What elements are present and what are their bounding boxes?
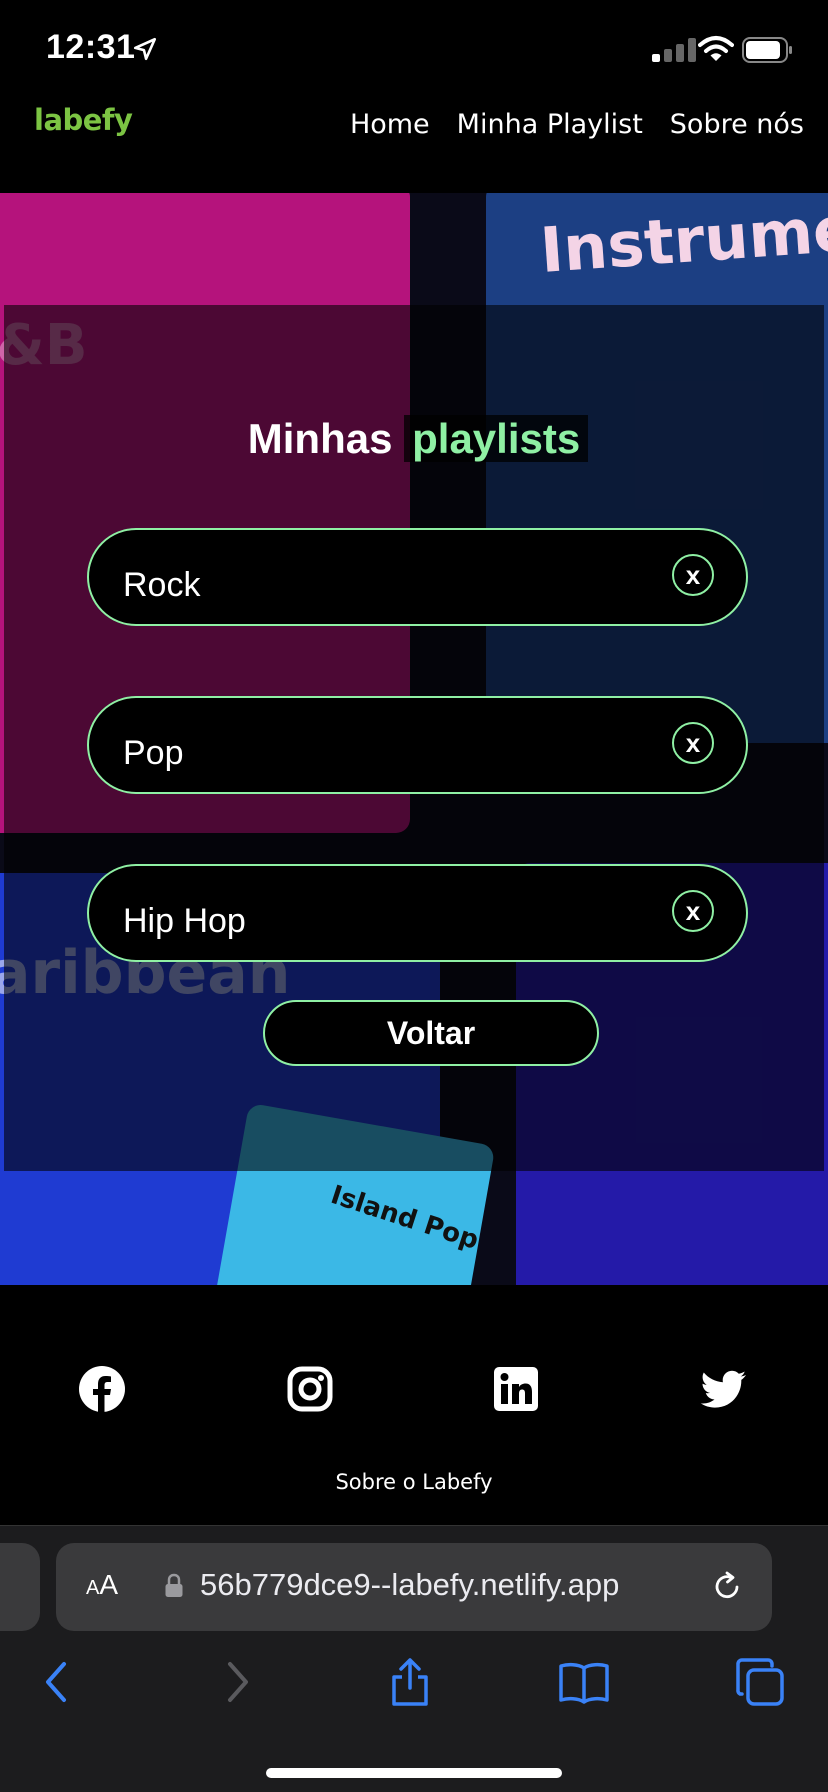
nav-links: Home Minha Playlist Sobre nós xyxy=(350,109,804,140)
forward-arrow-icon[interactable] xyxy=(210,1656,262,1708)
top-navigation: labefy Home Minha Playlist Sobre nós xyxy=(0,95,828,193)
text-size-button[interactable]: AA xyxy=(86,1569,118,1601)
nav-link-sobre-nos[interactable]: Sobre nós xyxy=(670,109,804,140)
lock-icon xyxy=(165,1573,183,1597)
share-icon[interactable] xyxy=(384,1656,436,1708)
browser-toolbar: AA 56b779dce9--labefy.netlify.app xyxy=(0,1525,828,1792)
page-title: Minhas playlists xyxy=(4,415,828,463)
twitter-icon[interactable] xyxy=(700,1365,748,1413)
nav-link-home[interactable]: Home xyxy=(350,109,430,140)
nav-link-minha-playlist[interactable]: Minha Playlist xyxy=(457,109,643,140)
linkedin-icon[interactable] xyxy=(492,1365,540,1413)
playlist-item[interactable]: Rock x xyxy=(87,528,748,626)
instagram-icon[interactable] xyxy=(286,1365,334,1413)
tabs-icon[interactable] xyxy=(734,1656,786,1708)
footer: Sobre o Labefy xyxy=(0,1285,828,1525)
playlist-name: Rock xyxy=(123,566,201,604)
playlist-item[interactable]: Pop x xyxy=(87,696,748,794)
title-part-1: Minhas xyxy=(247,415,393,462)
playlist-name: Hip Hop xyxy=(123,902,246,940)
back-button[interactable]: Voltar xyxy=(263,1000,599,1066)
cellular-signal-icon xyxy=(652,38,696,62)
facebook-icon[interactable] xyxy=(78,1365,126,1413)
url-text[interactable]: 56b779dce9--labefy.netlify.app xyxy=(200,1567,619,1603)
location-arrow-icon xyxy=(133,37,157,61)
title-part-2: playlists xyxy=(404,415,589,462)
hero-section: Instrume &B aribbean Island Pop Minhas p… xyxy=(0,193,828,1285)
status-time: 12:31 xyxy=(46,28,136,66)
home-indicator xyxy=(266,1768,562,1778)
playlists-panel: Minhas playlists Rock x Pop x Hip Hop x … xyxy=(4,305,824,1171)
status-bar: 12:31 xyxy=(0,0,828,95)
remove-playlist-button[interactable]: x xyxy=(672,890,714,932)
back-arrow-icon[interactable] xyxy=(32,1656,84,1708)
bookmarks-icon[interactable] xyxy=(558,1656,610,1708)
about-link[interactable]: Sobre o Labefy xyxy=(0,1470,828,1494)
address-bar[interactable]: AA 56b779dce9--labefy.netlify.app xyxy=(56,1543,772,1631)
playlist-item[interactable]: Hip Hop x xyxy=(87,864,748,962)
reload-icon[interactable] xyxy=(710,1569,744,1603)
previous-tab-stub[interactable] xyxy=(0,1543,40,1631)
labefy-logo[interactable]: labefy xyxy=(34,103,133,137)
remove-playlist-button[interactable]: x xyxy=(672,554,714,596)
wifi-icon xyxy=(698,36,734,61)
remove-playlist-button[interactable]: x xyxy=(672,722,714,764)
battery-icon xyxy=(742,37,792,63)
playlist-name: Pop xyxy=(123,734,184,772)
